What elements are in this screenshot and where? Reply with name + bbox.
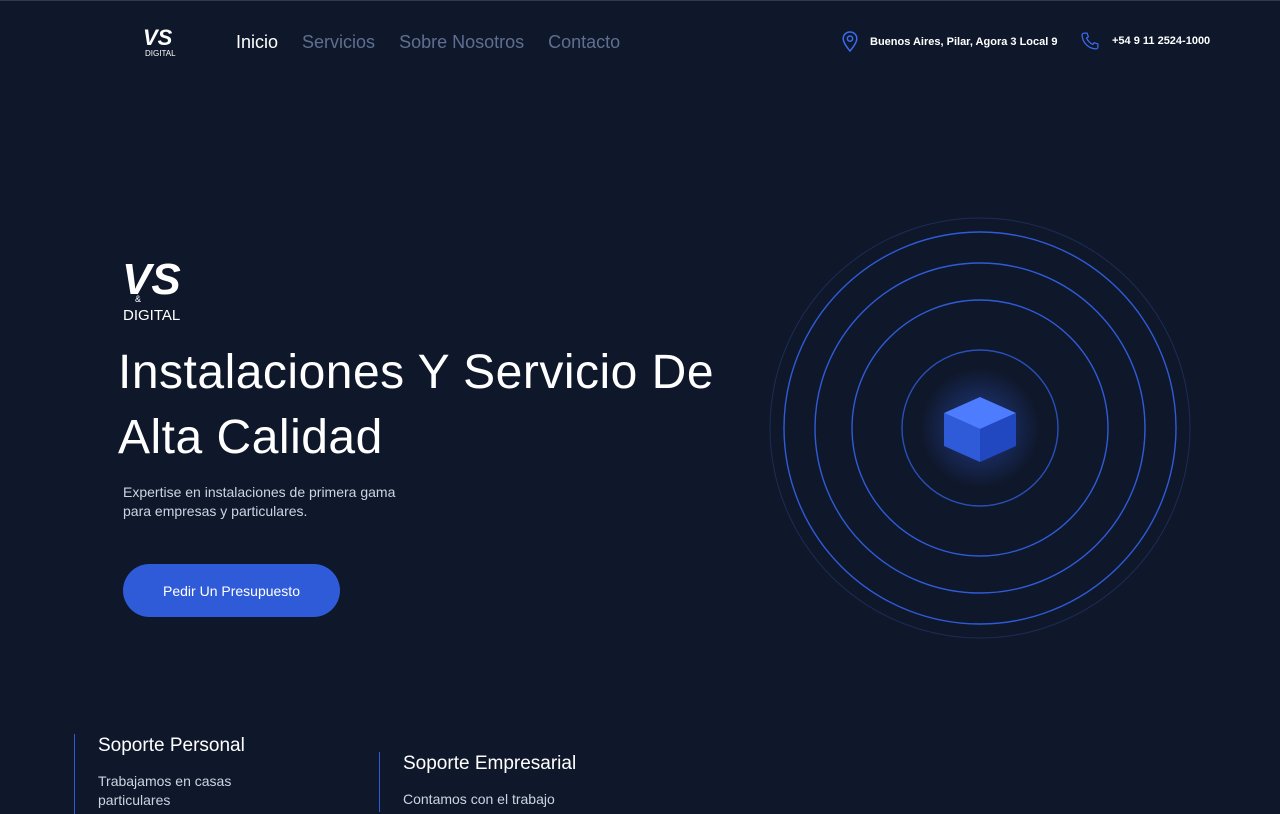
service-personal: Soporte Personal Trabajamos en casas par…	[74, 734, 268, 814]
address-text: Buenos Aires, Pilar, Agora 3 Local 9	[870, 35, 1058, 48]
service-empresarial: Soporte Empresarial Contamos con el trab…	[379, 752, 576, 812]
brand-logo[interactable]: VS DIGITAL	[143, 26, 179, 58]
hero-logo: VS & DIGITAL	[122, 258, 181, 322]
svg-text:DIGITAL: DIGITAL	[145, 49, 176, 58]
map-pin-icon	[842, 31, 858, 52]
svg-text:VS: VS	[122, 258, 181, 304]
hero-graphic	[769, 217, 1191, 639]
phone-contact[interactable]: +54 9 11 2524-1000	[1080, 31, 1210, 51]
service-title: Soporte Personal	[98, 735, 245, 756]
svg-text:DIGITAL: DIGITAL	[123, 307, 180, 322]
top-border	[0, 0, 1280, 1]
service-text: Trabajamos en casas particulares	[98, 773, 232, 808]
service-title: Soporte Empresarial	[403, 753, 577, 774]
nav-servicios[interactable]: Servicios	[302, 31, 375, 53]
nav-contacto[interactable]: Contacto	[548, 31, 620, 53]
svg-text:VS: VS	[143, 26, 173, 50]
request-quote-button[interactable]: Pedir Un Presupuesto	[123, 564, 340, 617]
hero-title: Instalaciones Y Servicio De Alta Calidad	[118, 346, 715, 464]
nav-sobre-nosotros[interactable]: Sobre Nosotros	[399, 31, 524, 53]
phone-text: +54 9 11 2524-1000	[1112, 35, 1211, 47]
main-nav: Inicio Servicios Sobre Nosotros Contacto	[236, 31, 620, 53]
phone-icon	[1081, 32, 1099, 50]
hero-subtitle: Expertise en instalaciones de primera ga…	[123, 484, 396, 519]
address-contact: Buenos Aires, Pilar, Agora 3 Local 9	[842, 31, 1057, 52]
nav-inicio[interactable]: Inicio	[236, 31, 278, 53]
svg-text:&: &	[135, 294, 141, 304]
